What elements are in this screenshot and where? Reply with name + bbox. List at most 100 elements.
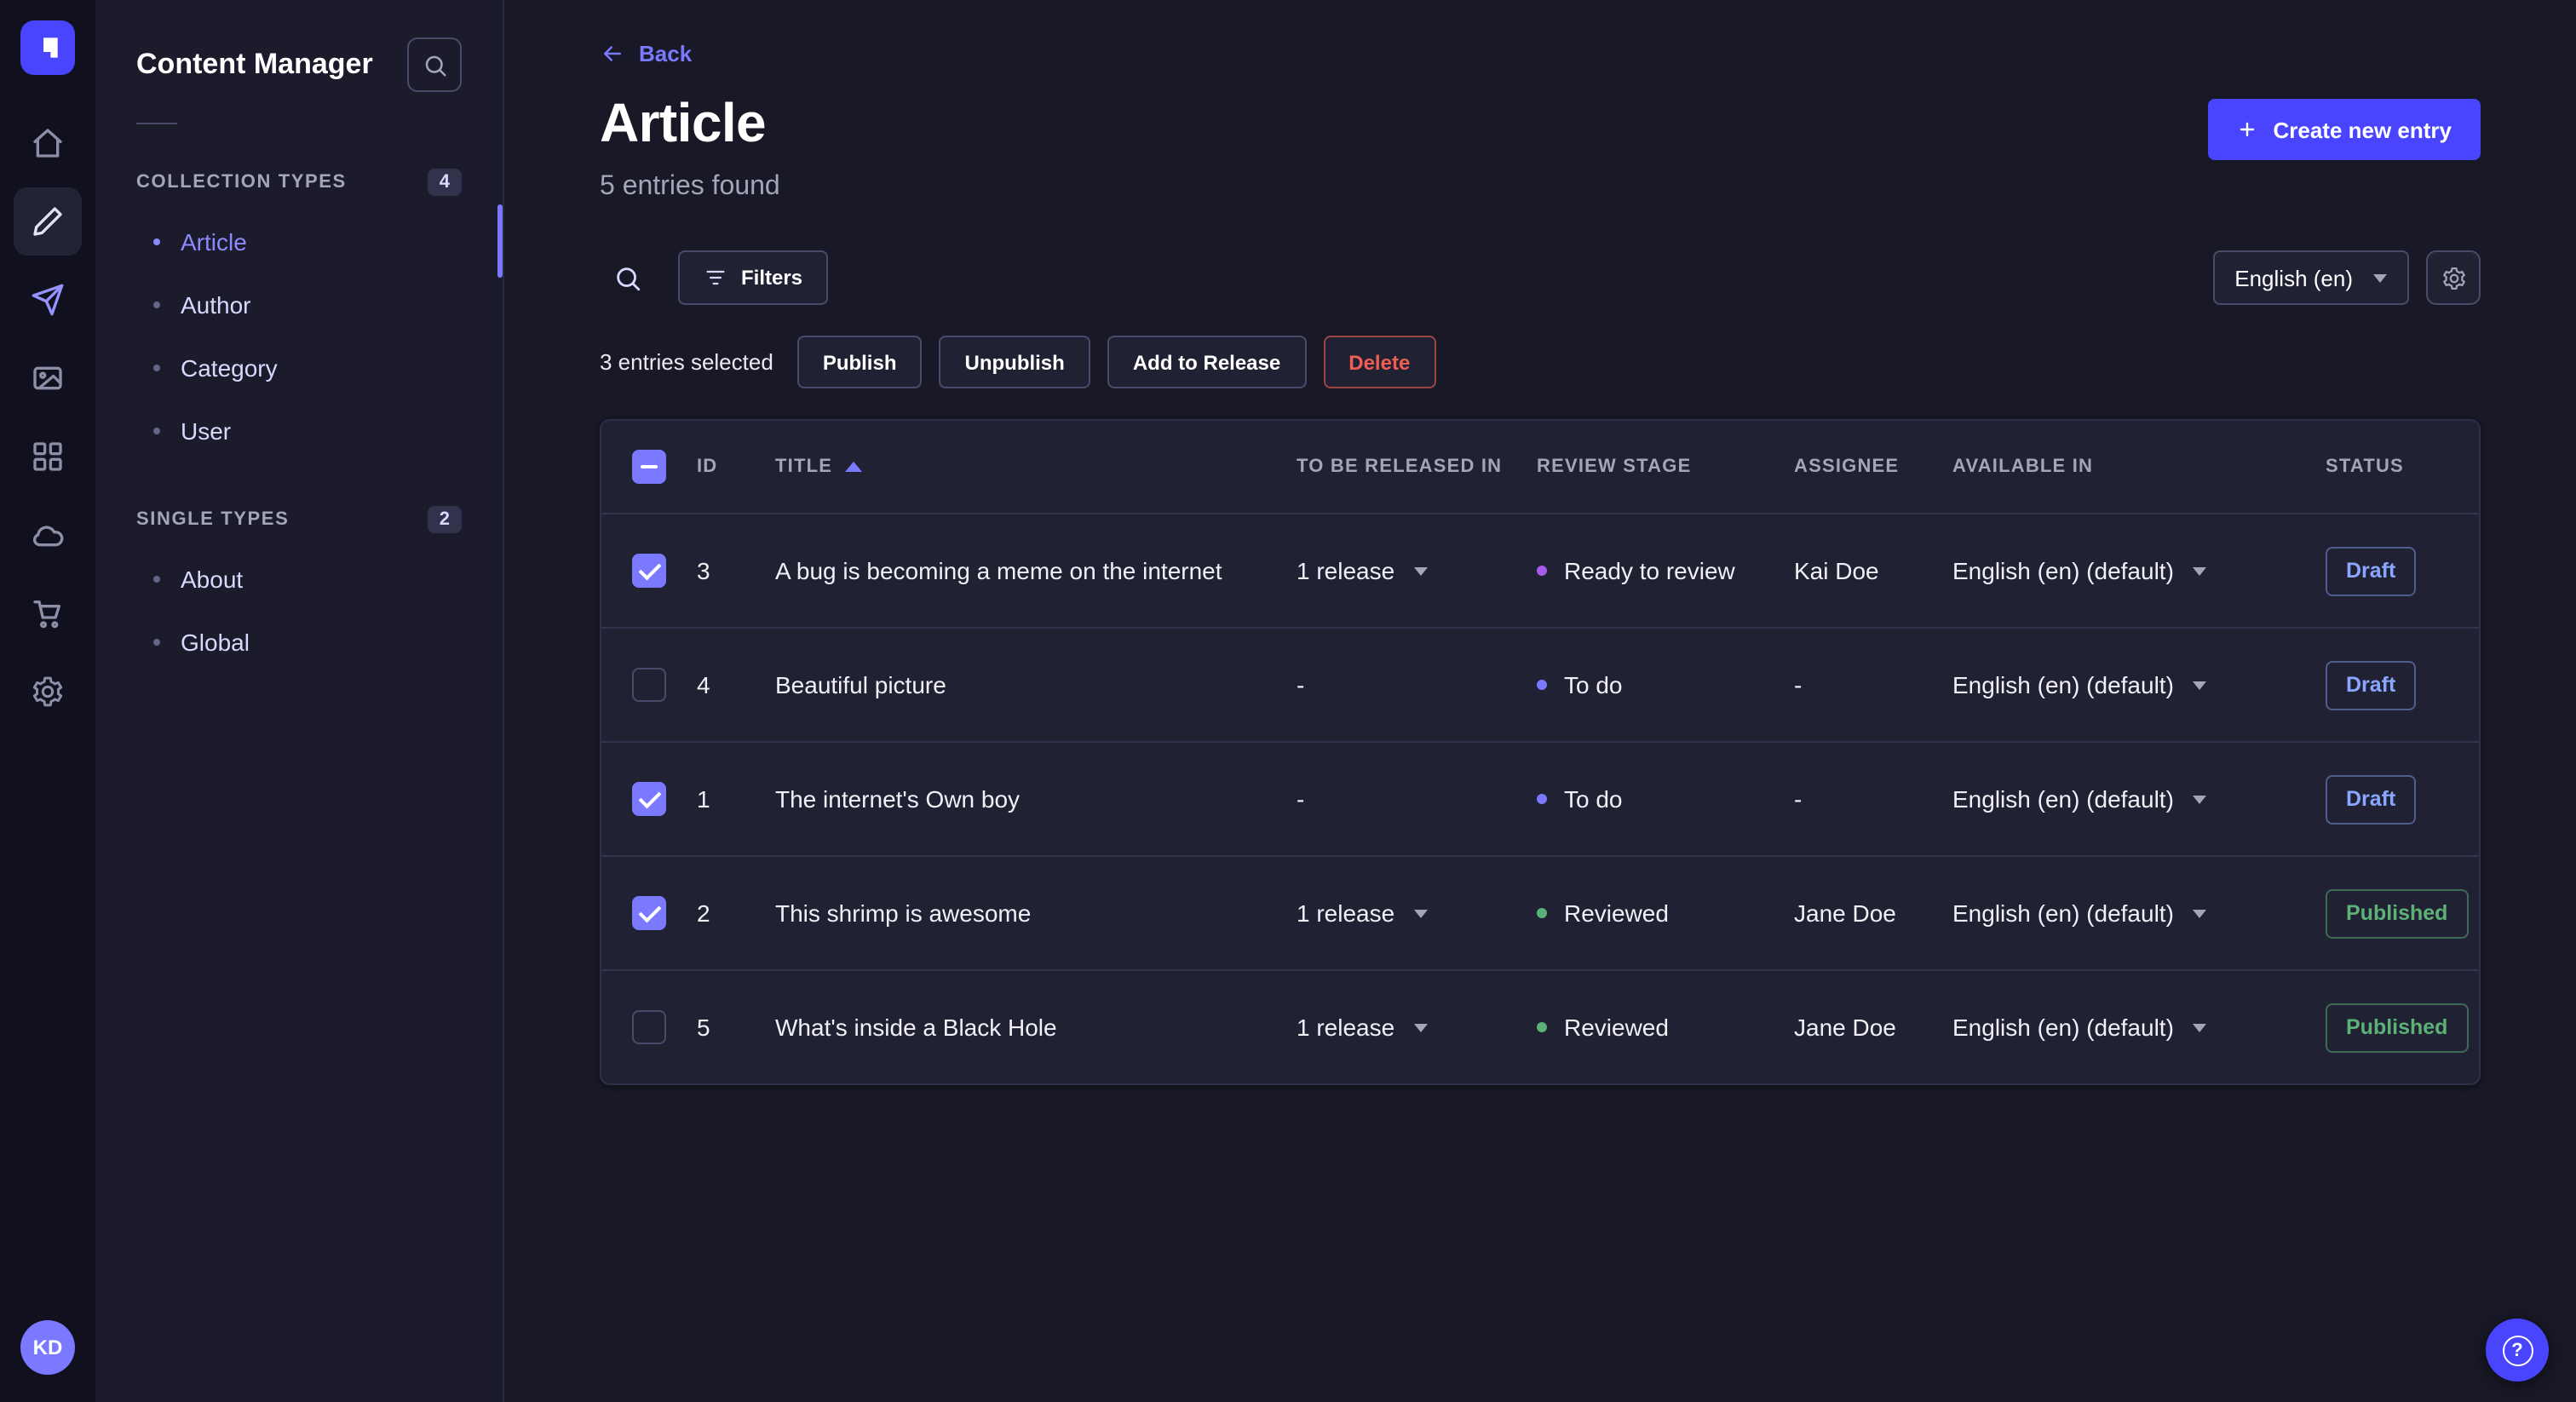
- bullet-icon: [153, 575, 160, 582]
- row-stage: To do: [1564, 785, 1623, 813]
- row-locale: English (en) (default): [1952, 785, 2174, 813]
- row-checkbox[interactable]: [632, 896, 666, 930]
- filters-button[interactable]: Filters: [678, 250, 829, 305]
- back-link[interactable]: Back: [600, 41, 692, 66]
- row-checkbox[interactable]: [632, 668, 666, 702]
- section-count-badge: 4: [427, 169, 462, 196]
- row-release: 1 release: [1297, 899, 1395, 927]
- row-title: What's inside a Black Hole: [775, 1014, 1057, 1041]
- status-badge: Draft: [2326, 660, 2417, 710]
- strapi-admin: KD Content Manager COLLECTION TYPES 4 Ar…: [0, 0, 2576, 1402]
- delete-button[interactable]: Delete: [1323, 336, 1436, 388]
- row-checkbox[interactable]: [632, 554, 666, 588]
- sidebar-item-label: About: [181, 565, 244, 592]
- chevron-down-icon[interactable]: [2192, 1023, 2206, 1031]
- chevron-down-icon[interactable]: [1413, 909, 1428, 917]
- row-assignee: -: [1794, 785, 1803, 813]
- add-to-release-button[interactable]: Add to Release: [1107, 336, 1307, 388]
- entries-count: 5 entries found: [600, 172, 780, 201]
- chevron-down-icon[interactable]: [2192, 909, 2206, 917]
- bullet-icon: [153, 427, 160, 434]
- row-id: 3: [697, 557, 710, 584]
- row-checkbox[interactable]: [632, 1010, 666, 1044]
- column-header-stage: REVIEW STAGE: [1537, 457, 1692, 477]
- select-all-checkbox[interactable]: [632, 450, 666, 484]
- section-label: COLLECTION TYPES: [136, 172, 347, 192]
- column-header-status: STATUS: [2326, 457, 2404, 477]
- column-header-release: TO BE RELEASED IN: [1297, 457, 1503, 477]
- section-count-badge: 2: [427, 506, 462, 533]
- row-stage: Ready to review: [1564, 557, 1735, 584]
- row-assignee: Jane Doe: [1794, 1014, 1896, 1041]
- sidebar-item-category[interactable]: Category: [136, 336, 462, 399]
- table-row[interactable]: 4 Beautiful picture - To do - English (e…: [601, 627, 2479, 741]
- table-row[interactable]: 1 The internet's Own boy - To do - Engli…: [601, 741, 2479, 855]
- bullet-icon: [153, 364, 160, 371]
- bullet-icon: [153, 638, 160, 645]
- sidebar-item-label: User: [181, 417, 232, 444]
- main-content: Back Article 5 entries found Create new …: [504, 0, 2576, 1402]
- stage-dot-icon: [1537, 680, 1547, 690]
- row-assignee: Jane Doe: [1794, 899, 1896, 927]
- sidebar-item-article[interactable]: Article: [136, 204, 503, 278]
- sidebar-item-global[interactable]: Global: [136, 610, 462, 673]
- table-row[interactable]: 3 A bug is becoming a meme on the intern…: [601, 513, 2479, 627]
- gear-icon: [2442, 267, 2464, 289]
- section-label: SINGLE TYPES: [136, 509, 290, 530]
- table-row[interactable]: 2 This shrimp is awesome 1 release Revie…: [601, 855, 2479, 969]
- stage-dot-icon: [1537, 794, 1547, 804]
- view-settings-button[interactable]: [2426, 250, 2481, 305]
- media-library-icon[interactable]: [14, 344, 82, 412]
- cloud-icon[interactable]: [14, 501, 82, 569]
- locale-select[interactable]: English (en): [2212, 250, 2409, 305]
- content-type-builder-icon[interactable]: [14, 422, 82, 491]
- status-badge: Draft: [2326, 546, 2417, 595]
- sort-asc-icon: [844, 462, 862, 472]
- releases-icon[interactable]: [14, 266, 82, 334]
- sort-title-button[interactable]: TITLE: [775, 457, 862, 477]
- table-header-row: ID TITLE TO BE RELEASED IN REVIEW STAGE …: [601, 421, 2479, 513]
- chevron-down-icon[interactable]: [2192, 795, 2206, 803]
- row-title: A bug is becoming a meme on the internet: [775, 557, 1222, 584]
- arrow-left-icon: [604, 46, 621, 61]
- unpublish-button[interactable]: Unpublish: [939, 336, 1090, 388]
- sidebar-item-label: Article: [181, 227, 247, 255]
- column-header-id: ID: [697, 457, 718, 477]
- content-search-button[interactable]: [407, 37, 462, 92]
- chevron-down-icon[interactable]: [1413, 1023, 1428, 1031]
- chevron-down-icon[interactable]: [1413, 566, 1428, 575]
- row-checkbox[interactable]: [632, 782, 666, 816]
- rail-nav-items: [14, 109, 82, 726]
- search-button[interactable]: [600, 250, 654, 305]
- settings-icon[interactable]: [14, 658, 82, 726]
- row-assignee: Kai Doe: [1794, 557, 1879, 584]
- sidebar-item-author[interactable]: Author: [136, 273, 462, 336]
- create-new-entry-button[interactable]: Create new entry: [2208, 99, 2481, 160]
- publish-button[interactable]: Publish: [796, 336, 923, 388]
- sidebar-item-about[interactable]: About: [136, 547, 462, 610]
- table-row[interactable]: 5 What's inside a Black Hole 1 release R…: [601, 969, 2479, 1083]
- chevron-down-icon[interactable]: [2192, 566, 2206, 575]
- marketplace-icon[interactable]: [14, 579, 82, 647]
- subnav-title: Content Manager: [136, 48, 373, 80]
- sidebar-item-label: Author: [181, 290, 251, 318]
- home-icon[interactable]: [14, 109, 82, 177]
- sidebar-item-user[interactable]: User: [136, 399, 462, 462]
- user-avatar[interactable]: KD: [20, 1320, 75, 1375]
- entries-table: ID TITLE TO BE RELEASED IN REVIEW STAGE …: [600, 419, 2481, 1085]
- strapi-logo[interactable]: [20, 20, 75, 75]
- bullet-icon: [153, 301, 160, 307]
- page-title: Article: [600, 92, 767, 153]
- status-badge: Draft: [2326, 774, 2417, 824]
- main-nav-rail: KD: [0, 0, 95, 1402]
- row-stage: Reviewed: [1564, 899, 1669, 927]
- stage-dot-icon: [1537, 908, 1547, 918]
- status-badge: Published: [2326, 1003, 2469, 1052]
- content-manager-icon[interactable]: [14, 187, 82, 256]
- help-button[interactable]: ?: [2486, 1319, 2549, 1382]
- content-manager-subnav: Content Manager COLLECTION TYPES 4 Artic…: [95, 0, 504, 1402]
- plus-icon: [2240, 122, 2255, 137]
- row-assignee: -: [1794, 671, 1803, 698]
- chevron-down-icon[interactable]: [2192, 681, 2206, 689]
- row-release: 1 release: [1297, 1014, 1395, 1041]
